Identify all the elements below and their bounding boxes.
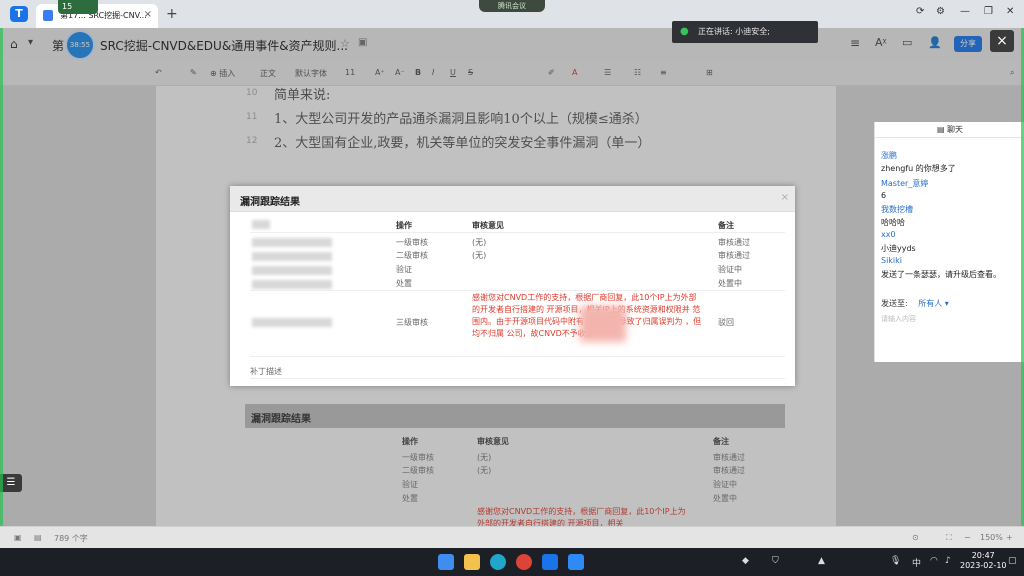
zoom-level[interactable]: 150% [980,533,1003,542]
app-logo[interactable]: T [10,6,28,22]
redacted-text [252,220,270,229]
share-border [0,28,3,548]
chat-icon: ▤ [936,125,945,134]
clock[interactable]: 20:47 2023-02-10 [960,551,1007,571]
recording-badge: 15 [58,0,98,14]
browser-titlebar: T 第17... SRC挖掘-CNV... × 15 + 腾讯会议 ⟳ ⚙ — … [0,0,1024,28]
tracking-modal: 漏洞跟踪结果 × 操作 审核意见 备注 一级审核 (无) 审核通过 二级审核 (… [230,186,795,386]
patch-description: 补丁描述 [250,367,282,376]
meeting-app-icon[interactable] [568,554,584,570]
divider [250,356,785,357]
windows-taskbar: ◆ ⛉ ▲ 🎙 中 ◠ ♪ 20:47 2023-02-10 ▢ [0,548,1024,576]
chat-message: 发送了一条瑟瑟，请升级后查看。 [881,270,1001,279]
docs-app-icon[interactable] [542,554,558,570]
doc-icon [43,10,53,21]
chrome-icon[interactable] [516,554,532,570]
chat-header: ▤ 聊天 [875,122,1024,138]
chat-message: 6 [881,191,887,200]
row-note: 审核通过 [718,238,750,247]
col-note: 备注 [718,221,734,230]
row-op: 三级审核 [396,318,428,327]
col-opinion: 审核意见 [472,221,504,230]
fullscreen-icon[interactable]: ⛶ [946,533,952,543]
row-note: 处置中 [718,279,742,288]
shield-icon[interactable]: ⛉ [772,556,779,566]
page-icon[interactable]: ▣ [14,533,22,542]
row-note: 验证中 [718,265,742,274]
chat-sender[interactable]: Master_意婷 [881,178,928,189]
modal-title: 漏洞跟踪结果 [240,197,300,208]
volume-icon[interactable]: ♪ [945,556,951,566]
row-op: 二级审核 [396,251,428,260]
chat-sender[interactable]: xx0 [881,230,896,239]
redacted-text [252,280,332,289]
close-share-button[interactable]: × [990,30,1014,52]
chat-sender[interactable]: 涨鹏 [881,150,897,161]
tray-icon[interactable]: ▲ [818,556,825,566]
meeting-indicator[interactable]: 腾讯会议 [479,0,545,12]
minimize-button[interactable]: — [960,6,970,17]
chat-sender[interactable]: Sikiki [881,256,902,265]
redacted-text [252,318,332,327]
divider [250,378,785,379]
row-op: 处置 [396,279,412,288]
row-note: 审核通过 [718,251,750,260]
redacted-text [252,266,332,275]
new-tab-button[interactable]: + [166,6,178,22]
divider [250,290,785,291]
ime-icon[interactable]: 中 [912,556,921,569]
outline-icon[interactable]: ▤ [34,533,42,542]
chat-message: zhengfu 的你想多了 [881,164,956,173]
modal-header: 漏洞跟踪结果 × [230,186,795,212]
redacted-text [252,238,332,247]
redacted-text [252,252,332,261]
send-to-selector[interactable]: 发送至: 所有人 ▾ [881,298,949,309]
start-icon[interactable] [438,554,454,570]
file-explorer-icon[interactable] [464,554,480,570]
mic-icon[interactable]: 🎙 [890,556,901,566]
chat-panel: ▤ 聊天 涨鹏 zhengfu 的你想多了 Master_意婷 6 我数挖槽 哈… [874,122,1024,362]
row-op: 一级审核 [396,238,428,247]
wifi-icon[interactable]: ◠ [930,556,938,566]
row-opinion: (无) [472,251,487,260]
speaking-indicator: ● 正在讲话: 小迪安全; [672,21,818,43]
mic-icon: ● [680,26,689,37]
notification-icon[interactable]: ▢ [1008,556,1017,566]
settings-icon[interactable]: ⚙ [936,6,945,17]
row-op: 验证 [396,265,412,274]
close-icon[interactable]: × [144,9,152,20]
row-opinion: (无) [472,238,487,247]
chevron-down-icon: ▾ [944,299,949,308]
outline-toggle[interactable]: ☰ [0,474,22,492]
redacted-text [580,306,626,342]
chat-title: 聊天 [947,125,964,134]
chat-message: 小迪yyds [881,244,916,253]
tray-icon[interactable]: ◆ [742,556,749,566]
edge-icon[interactable] [490,554,506,570]
zoom-in-icon[interactable]: + [1006,533,1013,542]
chat-input[interactable]: 请输入内容 [881,314,916,324]
zoom-out-icon[interactable]: − [964,533,971,542]
fit-icon[interactable]: ⊙ [912,533,919,542]
status-bar: ▣ ▤ 789 个字 ⊙ ⛶ − 150% + [0,526,1024,548]
refresh-icon[interactable]: ⟳ [916,6,924,17]
close-icon[interactable]: × [781,192,789,203]
col-op: 操作 [396,221,412,230]
chat-sender[interactable]: 我数挖槽 [881,204,913,215]
chat-message: 哈哈哈 [881,218,905,227]
word-count[interactable]: 789 个字 [54,533,88,544]
close-window-button[interactable]: ✕ [1006,6,1014,17]
row-note: 驳回 [718,318,734,327]
maximize-button[interactable]: ❐ [984,6,993,17]
divider [250,232,785,233]
